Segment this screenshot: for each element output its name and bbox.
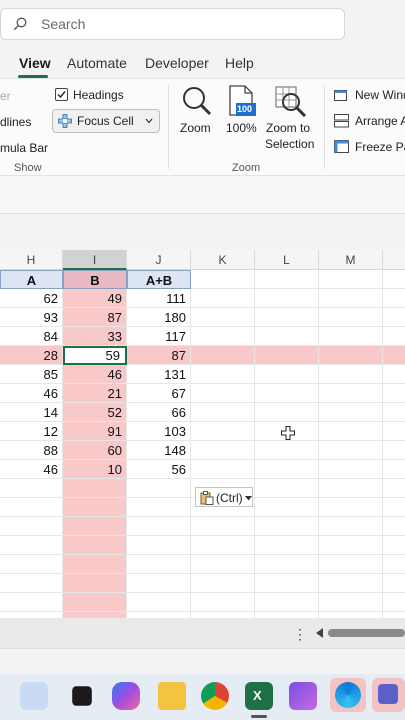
zoom-100-icon-text: 100 — [237, 104, 253, 114]
caret-down-icon — [245, 496, 252, 501]
clipchamp-icon[interactable] — [289, 682, 317, 710]
zoom-button[interactable]: Zoom — [178, 85, 216, 147]
ribbon: er dlines mula Bar Headings Focus Cell S… — [0, 78, 405, 176]
focus-cell-button[interactable]: Focus Cell — [52, 109, 160, 133]
freeze-panes-icon — [334, 140, 349, 153]
title-bar: Search — [0, 0, 405, 48]
group-divider — [168, 85, 169, 169]
edge-icon — [335, 682, 361, 708]
zoom-100-label: 100% — [226, 121, 257, 135]
magnifier-icon — [183, 87, 212, 116]
column-header-i[interactable]: I — [63, 250, 127, 270]
teams-icon-highlight[interactable] — [372, 678, 405, 712]
tab-developer[interactable]: Developer — [145, 55, 209, 71]
arrange-all-label: Arrange A — [355, 114, 405, 128]
search-icon — [13, 17, 27, 31]
freeze-panes-button[interactable]: Freeze Pa — [334, 139, 405, 157]
worksheet-grid[interactable] — [0, 250, 405, 618]
tab-view[interactable]: View — [19, 55, 51, 71]
zoom-to-selection-line2: Selection — [265, 137, 315, 151]
file-explorer-icon[interactable] — [158, 682, 186, 710]
gap-band — [0, 214, 405, 250]
freeze-panes-label: Freeze Pa — [355, 140, 405, 154]
zoom-group-label: Zoom — [232, 162, 261, 174]
zoom-100-button[interactable]: 100 100% — [224, 85, 260, 147]
paste-options-button[interactable]: (Ctrl) — [195, 487, 253, 507]
formula-bar-option[interactable]: mula Bar — [0, 141, 48, 155]
status-bar — [0, 648, 405, 674]
group-divider — [324, 85, 325, 169]
arrange-all-button[interactable]: Arrange A — [334, 113, 405, 131]
column-headers: HIJKLM — [0, 250, 405, 270]
clipboard-icon — [200, 491, 214, 505]
horizontal-scrollbar-thumb[interactable] — [328, 629, 405, 637]
ribbon-tabs: View Automate Developer Help — [0, 50, 405, 78]
tab-help[interactable]: Help — [225, 55, 254, 71]
new-window-label: New Wind — [355, 88, 405, 102]
chevron-down-icon[interactable] — [145, 118, 153, 124]
gridlines-option[interactable]: dlines — [0, 115, 31, 129]
search-placeholder: Search — [41, 16, 86, 32]
checkmark-icon — [57, 91, 66, 99]
zoom-to-selection-line1: Zoom to — [266, 121, 311, 135]
focus-cell-icon — [58, 114, 72, 128]
focus-cell-label: Focus Cell — [77, 114, 134, 128]
ruler-option[interactable]: er — [0, 89, 11, 103]
chrome-icon[interactable] — [201, 682, 229, 710]
zoom-label: Zoom — [180, 121, 211, 135]
column-header-k[interactable]: K — [191, 250, 255, 270]
scroll-left-icon[interactable] — [316, 628, 324, 638]
more-options-icon[interactable]: ⋮ — [293, 626, 307, 643]
column-header-j[interactable]: J — [127, 250, 191, 270]
taskbar: X — [0, 674, 405, 720]
column-header-h[interactable]: H — [0, 250, 63, 270]
active-app-indicator — [251, 715, 267, 718]
column-header-m[interactable]: M — [319, 250, 383, 270]
excel-icon-letter: X — [253, 688, 262, 703]
cell-cursor-icon — [281, 426, 295, 440]
show-group-label: Show — [14, 162, 42, 174]
zoom-to-selection-button[interactable]: Zoom to Selection — [264, 85, 320, 157]
teams-icon — [378, 684, 398, 704]
widgets-app-icon[interactable] — [20, 682, 48, 710]
search-box[interactable]: Search — [0, 8, 345, 40]
arrange-icon — [334, 114, 349, 128]
new-window-icon — [334, 90, 347, 101]
new-window-button[interactable]: New Wind — [334, 87, 405, 105]
paste-options-label: (Ctrl) — [216, 491, 243, 505]
headings-label: Headings — [73, 88, 124, 102]
copilot-icon[interactable] — [112, 682, 140, 710]
task-view-icon[interactable] — [72, 686, 92, 706]
edge-icon-highlight[interactable] — [330, 678, 366, 712]
zoom-selection-icon — [275, 86, 307, 117]
sheet-tabs-scroll-area: ⋮ — [0, 618, 405, 648]
headings-checkbox[interactable] — [55, 88, 68, 101]
column-header-l[interactable]: L — [255, 250, 319, 270]
tab-automate[interactable]: Automate — [67, 55, 127, 71]
formula-bar-area — [0, 176, 405, 214]
excel-icon[interactable]: X — [245, 682, 273, 710]
